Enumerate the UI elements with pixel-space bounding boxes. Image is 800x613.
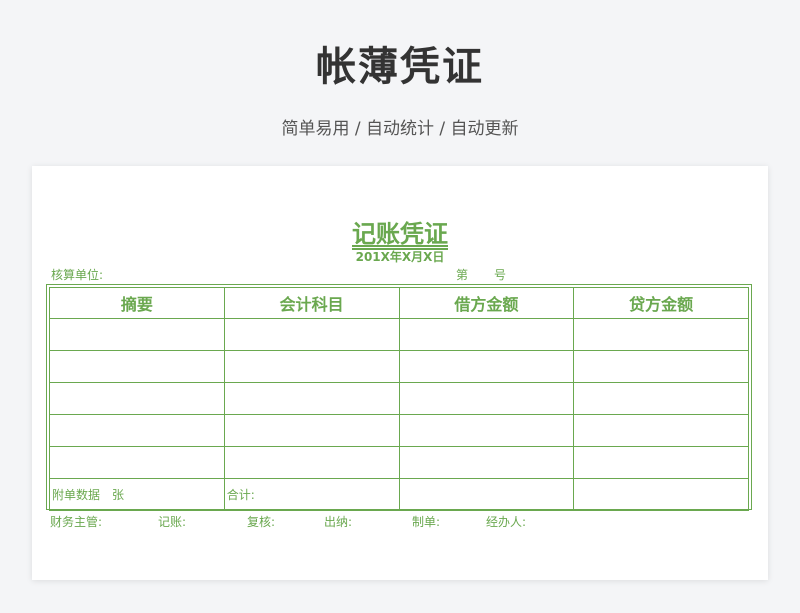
total-debit-cell[interactable]	[398, 478, 575, 511]
signature-preparer: 制单:	[412, 515, 441, 529]
table-cell[interactable]	[223, 350, 400, 383]
table-cell[interactable]	[223, 446, 400, 479]
table-cell[interactable]	[49, 414, 225, 447]
column-header-account: 会计科目	[223, 287, 400, 319]
table-cell[interactable]	[49, 350, 225, 383]
voucher-date: 201X年X月X日	[355, 250, 445, 264]
table-cell[interactable]	[573, 382, 749, 415]
signature-reviewer: 复核:	[247, 515, 276, 529]
voucher-table: 摘要 会计科目 借方金额 贷方金额 附单数据 张 合计:	[49, 287, 749, 511]
table-cell[interactable]	[573, 318, 749, 351]
table-cell[interactable]	[398, 382, 575, 415]
total-label-cell: 合计:	[223, 478, 400, 511]
voucher-number-prefix: 第	[456, 268, 469, 282]
signature-supervisor: 财务主管:	[50, 515, 103, 529]
column-header-debit: 借方金额	[398, 287, 575, 319]
table-cell[interactable]	[398, 446, 575, 479]
page-subtitle: 简单易用 / 自动统计 / 自动更新	[281, 119, 519, 139]
table-cell[interactable]	[573, 446, 749, 479]
table-cell[interactable]	[49, 318, 225, 351]
table-row	[49, 446, 749, 479]
column-header-credit: 贷方金额	[573, 287, 749, 319]
table-cell[interactable]	[573, 414, 749, 447]
table-row	[49, 414, 749, 447]
table-row	[49, 318, 749, 351]
table-row	[49, 350, 749, 383]
table-row	[49, 382, 749, 415]
table-header-row: 摘要 会计科目 借方金额 贷方金额	[49, 287, 749, 319]
signature-row: 财务主管: 记账: 复核: 出纳: 制单: 经办人:	[50, 513, 750, 529]
signature-bookkeeper: 记账:	[158, 515, 187, 529]
signature-handler: 经办人:	[486, 515, 527, 529]
table-cell[interactable]	[49, 382, 225, 415]
table-cell[interactable]	[223, 318, 400, 351]
table-cell[interactable]	[573, 350, 749, 383]
column-header-summary: 摘要	[49, 287, 225, 319]
voucher-number-label: 第号	[456, 266, 506, 283]
table-cell[interactable]	[398, 350, 575, 383]
table-cell[interactable]	[398, 414, 575, 447]
table-cell[interactable]	[223, 414, 400, 447]
table-cell[interactable]	[49, 446, 225, 479]
accounting-unit-label: 核算单位:	[51, 268, 104, 282]
table-cell[interactable]	[398, 318, 575, 351]
voucher-number-suffix: 号	[494, 268, 507, 282]
voucher-card: 记账凭证 201X年X月X日 核算单位: 第号 摘要 会计科目 借方金额 贷方金…	[32, 166, 768, 580]
signature-cashier: 出纳:	[324, 515, 353, 529]
total-credit-cell[interactable]	[573, 478, 749, 511]
table-cell[interactable]	[223, 382, 400, 415]
attachments-cell[interactable]: 附单数据 张	[49, 478, 225, 511]
voucher-table-frame: 摘要 会计科目 借方金额 贷方金额 附单数据 张 合计:	[46, 284, 752, 511]
page-title: 帐薄凭证	[316, 44, 484, 90]
table-footer-row: 附单数据 张 合计:	[49, 478, 749, 511]
voucher-title: 记账凭证	[352, 220, 448, 248]
